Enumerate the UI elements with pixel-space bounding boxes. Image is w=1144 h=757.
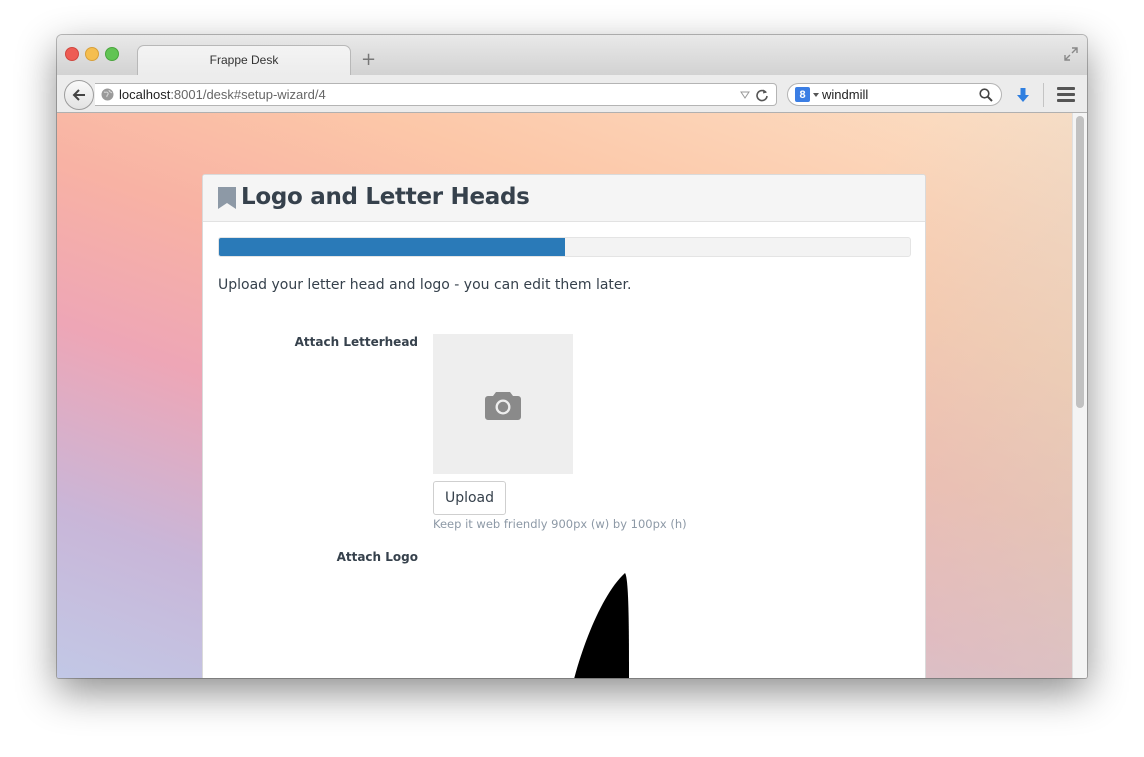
logo-label: Attach Logo	[336, 550, 418, 564]
search-icon[interactable]	[979, 88, 993, 102]
bookmark-icon	[218, 187, 236, 209]
url-text: localhost:8001/desk#setup-wizard/4	[119, 87, 326, 102]
letterhead-help-text: Keep it web friendly 900px (w) by 100px …	[433, 517, 687, 531]
browser-tab[interactable]: Frappe Desk	[137, 45, 351, 75]
navigation-toolbar: localhost:8001/desk#setup-wizard/4 8 win…	[57, 75, 1087, 113]
close-window-button[interactable]	[65, 47, 79, 61]
intro-text: Upload your letter head and logo - you c…	[218, 277, 632, 293]
address-bar[interactable]: localhost:8001/desk#setup-wizard/4	[95, 83, 777, 106]
upload-button[interactable]: Upload	[433, 481, 506, 515]
panel-header: Logo and Letter Heads	[203, 175, 925, 222]
title-bar: Frappe Desk +	[57, 35, 1087, 75]
camera-icon	[485, 392, 521, 420]
page-title: Logo and Letter Heads	[241, 184, 530, 210]
progress-fill	[219, 238, 565, 256]
minimize-window-button[interactable]	[85, 47, 99, 61]
download-icon[interactable]	[1015, 87, 1031, 103]
back-arrow-icon	[72, 89, 85, 101]
url-path: :8001/desk#setup-wizard/4	[170, 87, 326, 102]
globe-icon	[101, 88, 114, 101]
url-host: localhost	[119, 87, 171, 102]
zoom-window-button[interactable]	[105, 47, 119, 61]
search-input[interactable]: windmill	[822, 87, 868, 102]
setup-wizard-panel: Logo and Letter Heads Upload your letter…	[202, 174, 926, 678]
engine-caret-icon[interactable]	[813, 93, 819, 97]
new-tab-button[interactable]: +	[361, 49, 376, 70]
url-history-dropdown-icon[interactable]	[740, 90, 750, 100]
browser-window: Frappe Desk + localhost:8001/desk#setup-…	[57, 35, 1087, 678]
vertical-scrollbar[interactable]	[1072, 113, 1087, 678]
toolbar-divider	[1043, 83, 1044, 107]
search-engine-icon[interactable]: 8	[795, 87, 810, 102]
menu-icon[interactable]	[1057, 87, 1075, 102]
tab-title: Frappe Desk	[209, 52, 279, 67]
letterhead-label: Attach Letterhead	[294, 335, 418, 349]
back-button[interactable]	[64, 80, 94, 110]
page-viewport: Logo and Letter Heads Upload your letter…	[57, 113, 1087, 678]
scrollbar-thumb[interactable]	[1076, 116, 1084, 408]
letterhead-image-placeholder[interactable]	[433, 334, 573, 474]
search-bar[interactable]: 8 windmill	[787, 83, 1002, 106]
logo-preview-image	[574, 573, 629, 678]
reload-icon[interactable]	[755, 88, 769, 102]
fullscreen-icon[interactable]	[1063, 46, 1079, 62]
wizard-progress-bar	[218, 237, 911, 257]
